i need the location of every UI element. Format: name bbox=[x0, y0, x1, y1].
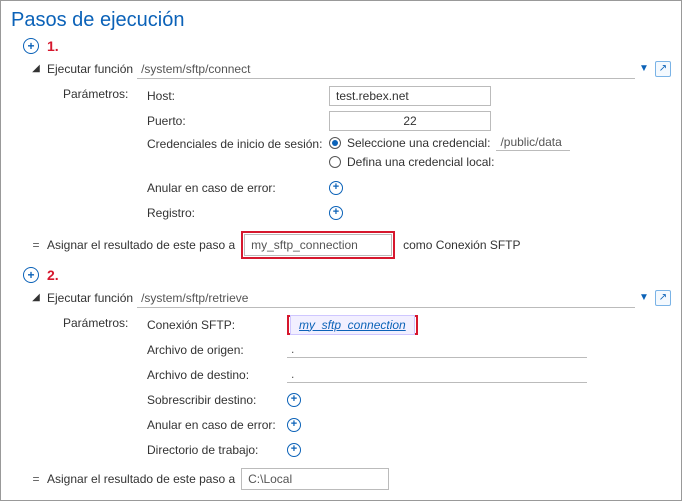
add-step-icon[interactable]: + bbox=[23, 267, 39, 283]
port-label: Puerto: bbox=[147, 114, 329, 128]
parameters-label: Parámetros: bbox=[47, 312, 147, 330]
collapse-triangle-icon[interactable]: ◢ bbox=[31, 292, 41, 303]
dest-file-field[interactable]: . bbox=[287, 366, 587, 383]
source-file-label: Archivo de origen: bbox=[147, 343, 287, 357]
source-file-field[interactable]: . bbox=[287, 341, 587, 358]
abort-on-error-label: Anular en caso de error: bbox=[147, 181, 329, 195]
step1-params: Host: Puerto: Credenciales de inicio de … bbox=[147, 83, 671, 225]
exec-function-label: Ejecutar función bbox=[47, 291, 133, 305]
host-label: Host: bbox=[147, 89, 329, 103]
sftp-connection-label: Conexión SFTP: bbox=[147, 318, 287, 332]
step1-function-path[interactable]: /system/sftp/connect bbox=[137, 60, 635, 79]
host-input[interactable] bbox=[329, 86, 491, 106]
step1-number-annotation: 1. bbox=[47, 38, 59, 54]
equals-icon: = bbox=[31, 472, 41, 486]
credential-path[interactable]: /public/data bbox=[496, 134, 570, 151]
step2-function-path[interactable]: /system/sftp/retrieve bbox=[137, 289, 635, 308]
parameters-label: Parámetros: bbox=[47, 83, 147, 101]
collapse-triangle-icon[interactable]: ◢ bbox=[31, 63, 41, 74]
dest-file-label: Archivo de destino: bbox=[147, 368, 287, 382]
radio-define-local-label: Defina una credencial local: bbox=[347, 155, 494, 169]
working-dir-label: Directorio de trabajo: bbox=[147, 443, 287, 457]
step2-add-bar: + 2. bbox=[1, 265, 681, 285]
step2-number-annotation: 2. bbox=[47, 267, 59, 283]
step1-result-var[interactable] bbox=[244, 234, 392, 256]
assign-label-2: Asignar el resultado de este paso a bbox=[47, 472, 235, 486]
assign-label: Asignar el resultado de este paso a bbox=[47, 238, 235, 252]
step2-function-row: ◢ Ejecutar función /system/sftp/retrieve… bbox=[1, 285, 681, 310]
port-input[interactable] bbox=[329, 111, 491, 131]
sftp-connection-ref[interactable]: my_sftp_connection bbox=[290, 315, 415, 335]
step1-add-bar: + 1. bbox=[1, 36, 681, 56]
add-wd-icon[interactable]: + bbox=[287, 443, 301, 457]
dropdown-icon[interactable]: ▼ bbox=[639, 63, 651, 75]
add-step-icon[interactable]: + bbox=[23, 38, 39, 54]
radio-select-credential-label: Seleccione una credencial: bbox=[347, 136, 490, 150]
step2-params: Conexión SFTP: my_sftp_connection Archiv… bbox=[147, 312, 671, 462]
add-abort-icon-2[interactable]: + bbox=[287, 418, 301, 432]
overwrite-label: Sobrescribir destino: bbox=[147, 393, 287, 407]
radio-define-local[interactable] bbox=[329, 156, 341, 168]
dropdown-icon[interactable]: ▼ bbox=[639, 292, 651, 304]
add-overwrite-icon[interactable]: + bbox=[287, 393, 301, 407]
equals-icon: = bbox=[31, 238, 41, 252]
exec-function-label: Ejecutar función bbox=[47, 62, 133, 76]
open-external-icon[interactable]: ↗ bbox=[655, 290, 671, 306]
open-external-icon[interactable]: ↗ bbox=[655, 61, 671, 77]
highlight-box-2: my_sftp_connection bbox=[287, 315, 418, 335]
step1-function-row: ◢ Ejecutar función /system/sftp/connect … bbox=[1, 56, 681, 81]
abort-on-error-label-2: Anular en caso de error: bbox=[147, 418, 287, 432]
page-title: Pasos de ejecución bbox=[1, 1, 681, 36]
step2-assign-row: = Asignar el resultado de este paso a bbox=[1, 464, 681, 496]
step2-result-var[interactable] bbox=[241, 468, 389, 490]
radio-select-credential[interactable] bbox=[329, 137, 341, 149]
assign-suffix: como Conexión SFTP bbox=[403, 238, 520, 252]
add-log-icon[interactable]: + bbox=[329, 206, 343, 220]
step1-assign-row: = Asignar el resultado de este paso a co… bbox=[1, 227, 681, 265]
highlight-box-1 bbox=[241, 231, 395, 259]
log-label: Registro: bbox=[147, 206, 329, 220]
credentials-label: Credenciales de inicio de sesión: bbox=[147, 134, 329, 151]
add-abort-icon[interactable]: + bbox=[329, 181, 343, 195]
